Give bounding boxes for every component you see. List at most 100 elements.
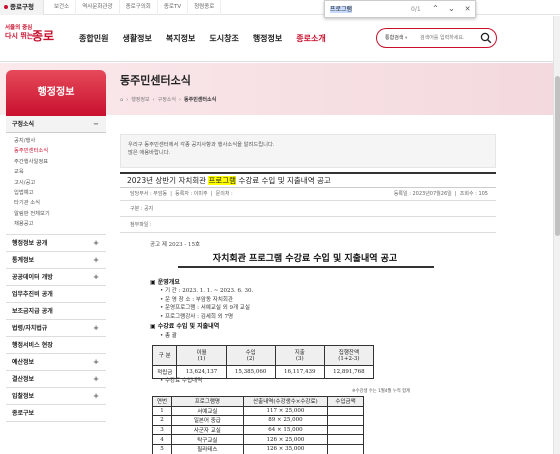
find-next-button[interactable]: ⌄ [446, 4, 457, 15]
sidebar-section[interactable]: 행정서비스 현장 [6, 337, 106, 354]
sidebar-menu: 구정소식 − 공지/행사 동주민센터소식 주간행사일정표 교육 고시/공고 입법예고 타기관… [6, 116, 106, 454]
home-icon[interactable]: ⌂ [120, 97, 123, 103]
income-header-cell: 연번 [152, 396, 172, 407]
sidebar-section[interactable]: 행정정보 공개 + [6, 235, 106, 252]
breadcrumb-item[interactable]: 행정정보 [131, 96, 149, 103]
find-count: 0/1 [411, 6, 421, 13]
sidebar-section[interactable]: 업무추진비 공개 [6, 286, 106, 303]
search-icon[interactable] [480, 32, 492, 44]
income-cell: 일본어 중급 [170, 415, 244, 426]
sidebar-section-label: 법령/자치법규 [12, 324, 48, 332]
sidebar-section-label: 예산정보 [12, 358, 35, 366]
utility-link[interactable]: 역사문화관광 [76, 0, 120, 15]
chevron-right-icon: › [126, 96, 129, 103]
nav-item[interactable]: 행정정보 [246, 16, 289, 62]
doc-overview-item: • 운영프로그램 : 서예교실 외 9개 교실 [160, 305, 250, 311]
sidebar-section-label: 종로구보 [12, 409, 35, 417]
utility-link[interactable]: 청렴종로 [188, 0, 222, 15]
main-nav: 종합민원 생활정보 복지정보 도시창조 행정정보 종로소개 [72, 16, 333, 62]
nav-item[interactable]: 도시창조 [202, 16, 245, 62]
sidebar-section[interactable]: 결산정보 + [6, 371, 106, 388]
doc-title-rule [178, 266, 434, 268]
sidebar-section[interactable]: 보조금지급 공개 [6, 303, 106, 320]
search-input[interactable] [420, 33, 478, 43]
income-cell: 5 [152, 443, 172, 454]
doc-overview-item: • 기 간 : 2023. 1. 1. ~ 2023. 6. 30. [160, 288, 254, 294]
plus-icon: + [93, 255, 99, 264]
income-cell: 4 [152, 434, 172, 445]
nav-item[interactable]: 생활정보 [115, 16, 158, 62]
sidebar-subitem[interactable]: 알림판 전체보기 [6, 209, 106, 219]
sidebar-section-label: 보조금지급 공개 [12, 307, 53, 315]
nav-item[interactable]: 종로소개 [289, 16, 332, 62]
summary-cell: 12,891,768 [323, 365, 375, 379]
summary-cell: 13,624,137 [176, 365, 227, 379]
nav-item[interactable]: 종합민원 [72, 16, 115, 62]
browser-find-bar: 프로그램 0/1 ⌃ ⌄ ✕ [324, 0, 476, 18]
income-table: 연번 프로그램명 산출내역(수강생수×수강료) 수입금액 1 서예교실 117 × 25,0… [152, 396, 364, 454]
summary-header-row: 구 분 이월 (1) 수입 (2) 지출 (3) 집행잔액 (1+2-3) [151, 345, 375, 366]
find-highlight: 프로그램 [208, 176, 237, 185]
sidebar-section-label: 결산정보 [12, 375, 35, 383]
income-header-cell: 수입금액 [327, 396, 364, 407]
income-cell: 2 [152, 415, 172, 426]
summary-row-label: 적립금 [151, 365, 178, 379]
sidebar-section-news[interactable]: 구정소식 − [6, 116, 106, 133]
income-row: 1 서예교실 117 × 25,000 [152, 405, 364, 417]
district-office-link[interactable]: 종로구청 [0, 0, 44, 15]
sidebar-subitem[interactable]: 주간행사일정표 [6, 157, 106, 167]
income-header-row: 연번 프로그램명 산출내역(수강생수×수강료) 수입금액 [152, 396, 364, 407]
income-cell [327, 434, 364, 445]
income-row: 4 탁구교실 126 × 25,000 [152, 434, 364, 445]
sidebar-section-label: 행정정보 공개 [12, 239, 48, 247]
utility-link[interactable]: 종로구의회 [120, 0, 158, 15]
summary-cell: 16,117,439 [274, 365, 325, 379]
sidebar-section[interactable]: 법령/자치법규 + [6, 320, 106, 337]
income-header-cell: 산출내역(수강생수×수강료) [242, 396, 329, 407]
utility-link[interactable]: 보건소 [48, 0, 77, 15]
scrollbar-thumb[interactable] [555, 76, 560, 236]
find-close-button[interactable]: ✕ [462, 4, 473, 15]
page-title: 동주민센터소식 [120, 74, 191, 87]
nav-item[interactable]: 복지정보 [159, 16, 202, 62]
sidebar-section[interactable]: 예산정보 + [6, 354, 106, 371]
doc-overview-item: • 프로그램강사 : 김세희 외 7명 [160, 313, 233, 320]
summary-header-cell: 집행잔액 (1+2-3) [323, 345, 375, 366]
sidebar-section-label: 행정서비스 현장 [12, 341, 53, 349]
chevron-right-icon: › [179, 96, 181, 103]
find-prev-button[interactable]: ⌃ [430, 4, 441, 15]
utility-link[interactable]: 종로TV [158, 0, 189, 15]
income-cell [327, 424, 364, 436]
breadcrumb-item[interactable]: 구정소식 [158, 96, 176, 103]
sidebar-subitem[interactable]: 입법예고 [6, 188, 106, 198]
search-category-select[interactable]: 통합검색 ▾ [385, 29, 407, 48]
summary-cell: 15,385,060 [225, 365, 276, 379]
income-row: 5 필라테스 126 × 35,000 [152, 443, 364, 454]
income-cell: 3 [152, 424, 172, 436]
sidebar-section[interactable]: 종로구보 [6, 405, 106, 422]
jongno-logo[interactable]: 서울의 중심 다시 뛰는 종로 [5, 25, 59, 47]
sidebar-subitem[interactable]: 타기관 소식 [6, 198, 106, 208]
find-input[interactable]: 프로그램 [328, 4, 410, 15]
page-scrollbar[interactable] [553, 16, 560, 454]
income-cell [327, 443, 364, 454]
sidebar-section[interactable]: 공공데이터 개방 + [6, 269, 106, 286]
income-cell: 탁구교실 [170, 434, 244, 445]
doc-title: 자치회관 프로그램 수강료 수입 및 지출내역 공고 [212, 254, 398, 264]
sidebar-section[interactable]: 입찰정보 + [6, 388, 106, 405]
doc-section-finance: ▣ 수강료 수입 및 지출내역 [150, 323, 220, 330]
income-header-cell: 프로그램명 [170, 396, 244, 407]
income-row: 2 일본어 중급 89 × 25,000 [152, 415, 364, 426]
sidebar-subitem[interactable]: 고시/공고 [6, 178, 106, 188]
income-row: 3 사군자 교실 64 × 15,000 [152, 424, 364, 436]
summary-header-cell: 수입 (2) [225, 345, 276, 366]
sidebar-subitem[interactable]: 동주민센터소식 [6, 146, 106, 156]
sidebar-submenu: 공지/행사 동주민센터소식 주간행사일정표 교육 고시/공고 입법예고 타기관 소식 알림판 … [6, 133, 106, 235]
sidebar-subitem[interactable]: 교육 [6, 167, 106, 177]
sidebar-subitem[interactable]: 채용공고 [6, 219, 106, 229]
sidebar-section[interactable]: 통계정보 + [6, 252, 106, 269]
income-cell: 126 × 25,000 [242, 434, 329, 445]
post-category: 구분 : 공지 [120, 202, 496, 217]
income-cell: 사군자 교실 [170, 424, 244, 436]
sidebar-subitem[interactable]: 공지/행사 [6, 136, 106, 146]
